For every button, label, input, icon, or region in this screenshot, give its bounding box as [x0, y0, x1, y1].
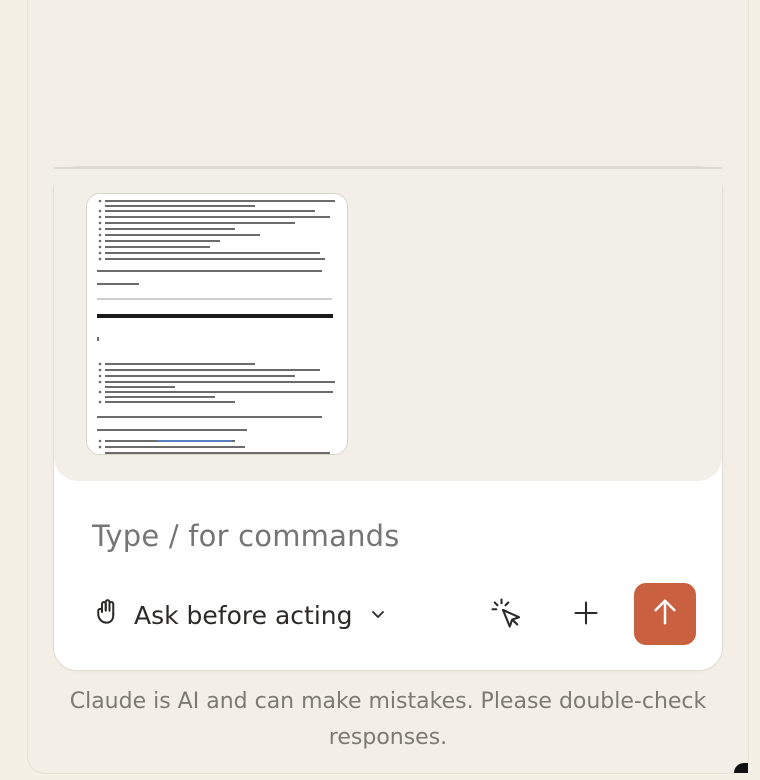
cursor-click-icon — [488, 595, 524, 635]
document-attachment-thumbnail[interactable] — [86, 193, 348, 455]
disclaimer-text: Claude is AI and can make mistakes. Plea… — [69, 689, 707, 750]
send-button[interactable] — [634, 583, 696, 645]
add-attachment-button[interactable] — [566, 595, 606, 635]
composer-toolbar: Ask before acting — [54, 583, 722, 647]
window-corner — [734, 763, 748, 773]
document-preview-image — [87, 194, 347, 454]
composer: Ask before acting — [53, 166, 723, 671]
arrow-up-icon — [650, 597, 680, 631]
chevron-down-icon — [368, 601, 388, 630]
plus-icon — [572, 599, 600, 631]
hand-icon — [92, 597, 122, 633]
select-element-button[interactable] — [486, 595, 526, 635]
mode-selector-button[interactable]: Ask before acting — [92, 595, 388, 635]
message-input[interactable] — [90, 515, 654, 557]
attachment-area — [54, 167, 722, 481]
mode-label: Ask before acting — [134, 600, 353, 630]
